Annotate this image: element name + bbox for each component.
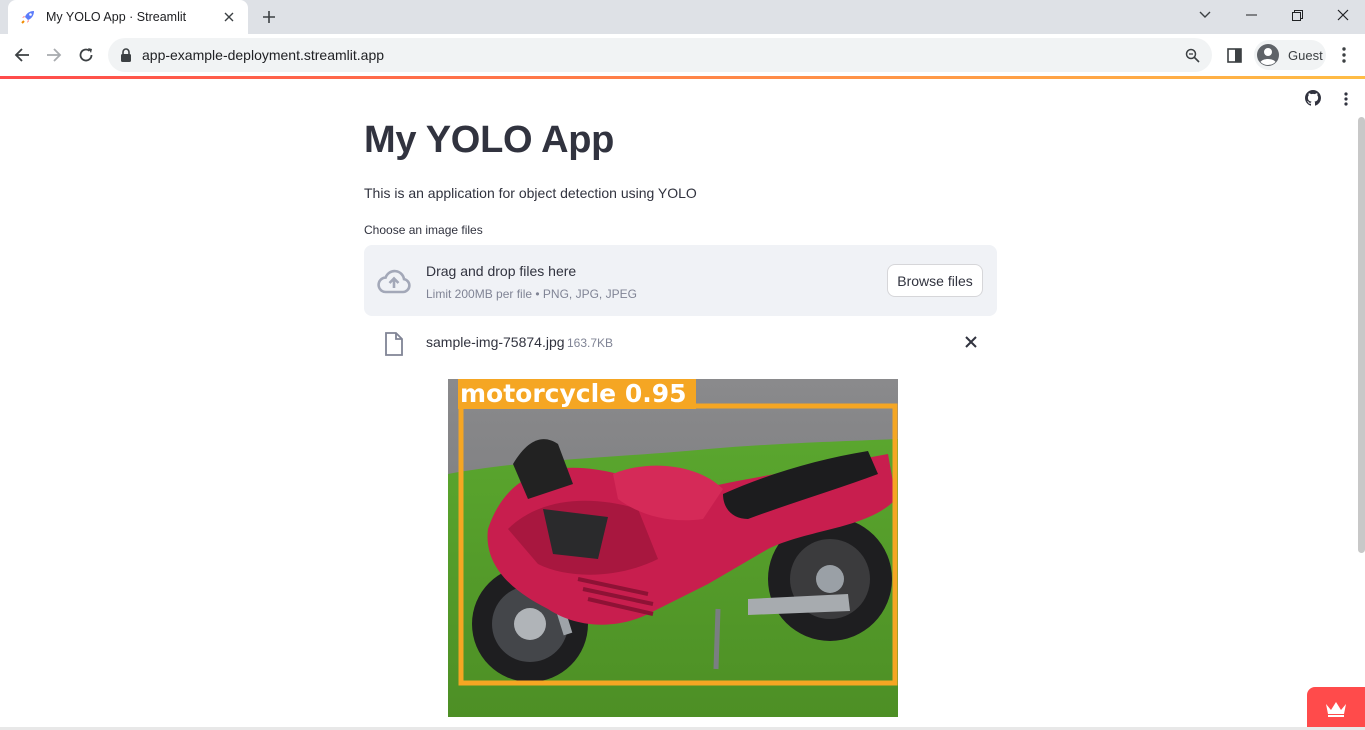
uploaded-file-size: 163.7KB [567,336,614,350]
lock-icon[interactable] [120,48,132,62]
dropzone-title: Drag and drop files here [426,263,577,279]
reload-icon[interactable] [74,43,98,67]
new-tab-icon[interactable] [258,6,280,28]
detection-result-image: motorcycle 0.95 [448,379,898,717]
page-scrollbar[interactable] [1358,117,1365,553]
restore-icon[interactable] [1274,0,1320,30]
rocket-favicon-icon [20,9,36,25]
browser-tab[interactable]: My YOLO App · Streamlit [8,0,248,34]
motorcycle-photo [448,379,898,717]
close-window-icon[interactable] [1320,0,1365,30]
app-menu-icon[interactable] [1340,90,1352,108]
browse-files-button[interactable]: Browse files [887,264,983,297]
app-description: This is an application for object detect… [364,185,697,201]
manage-app-button[interactable] [1307,687,1365,730]
crown-icon [1324,700,1348,718]
browser-tabstrip: My YOLO App · Streamlit [0,0,1365,34]
address-bar[interactable]: app-example-deployment.streamlit.app [108,38,1212,72]
detection-label: motorcycle 0.95 [460,379,687,408]
app-page: My YOLO App This is an application for o… [0,79,1365,730]
dropzone-limit-text: Limit 200MB per file • PNG, JPG, JPEG [426,287,637,301]
browser-toolbar: app-example-deployment.streamlit.app Gue… [0,34,1365,76]
github-icon[interactable] [1305,90,1323,108]
file-dropzone[interactable]: Drag and drop files here Limit 200MB per… [364,245,997,316]
uploaded-file-row: sample-img-75874.jpg 163.7KB [364,325,997,361]
remove-file-icon[interactable] [964,335,980,351]
tab-close-icon[interactable] [220,8,238,26]
tab-title: My YOLO App · Streamlit [46,10,187,24]
profile-label: Guest [1288,47,1323,63]
minimize-icon[interactable] [1228,0,1274,30]
page-title: My YOLO App [364,119,615,161]
url-text[interactable]: app-example-deployment.streamlit.app [142,47,1182,63]
profile-button[interactable]: Guest [1254,40,1326,70]
file-icon [384,332,406,356]
cloud-upload-icon [376,264,412,300]
uploaded-file-name: sample-img-75874.jpg [426,334,565,350]
tab-search-chevron-icon[interactable] [1182,0,1228,30]
zoom-icon[interactable] [1182,45,1202,65]
browser-menu-icon[interactable] [1336,45,1352,65]
side-panel-icon[interactable] [1224,45,1244,65]
back-arrow-icon[interactable] [10,43,34,67]
avatar-icon [1256,43,1280,67]
forward-arrow-icon[interactable] [42,43,66,67]
file-uploader-label: Choose an image files [364,223,483,237]
